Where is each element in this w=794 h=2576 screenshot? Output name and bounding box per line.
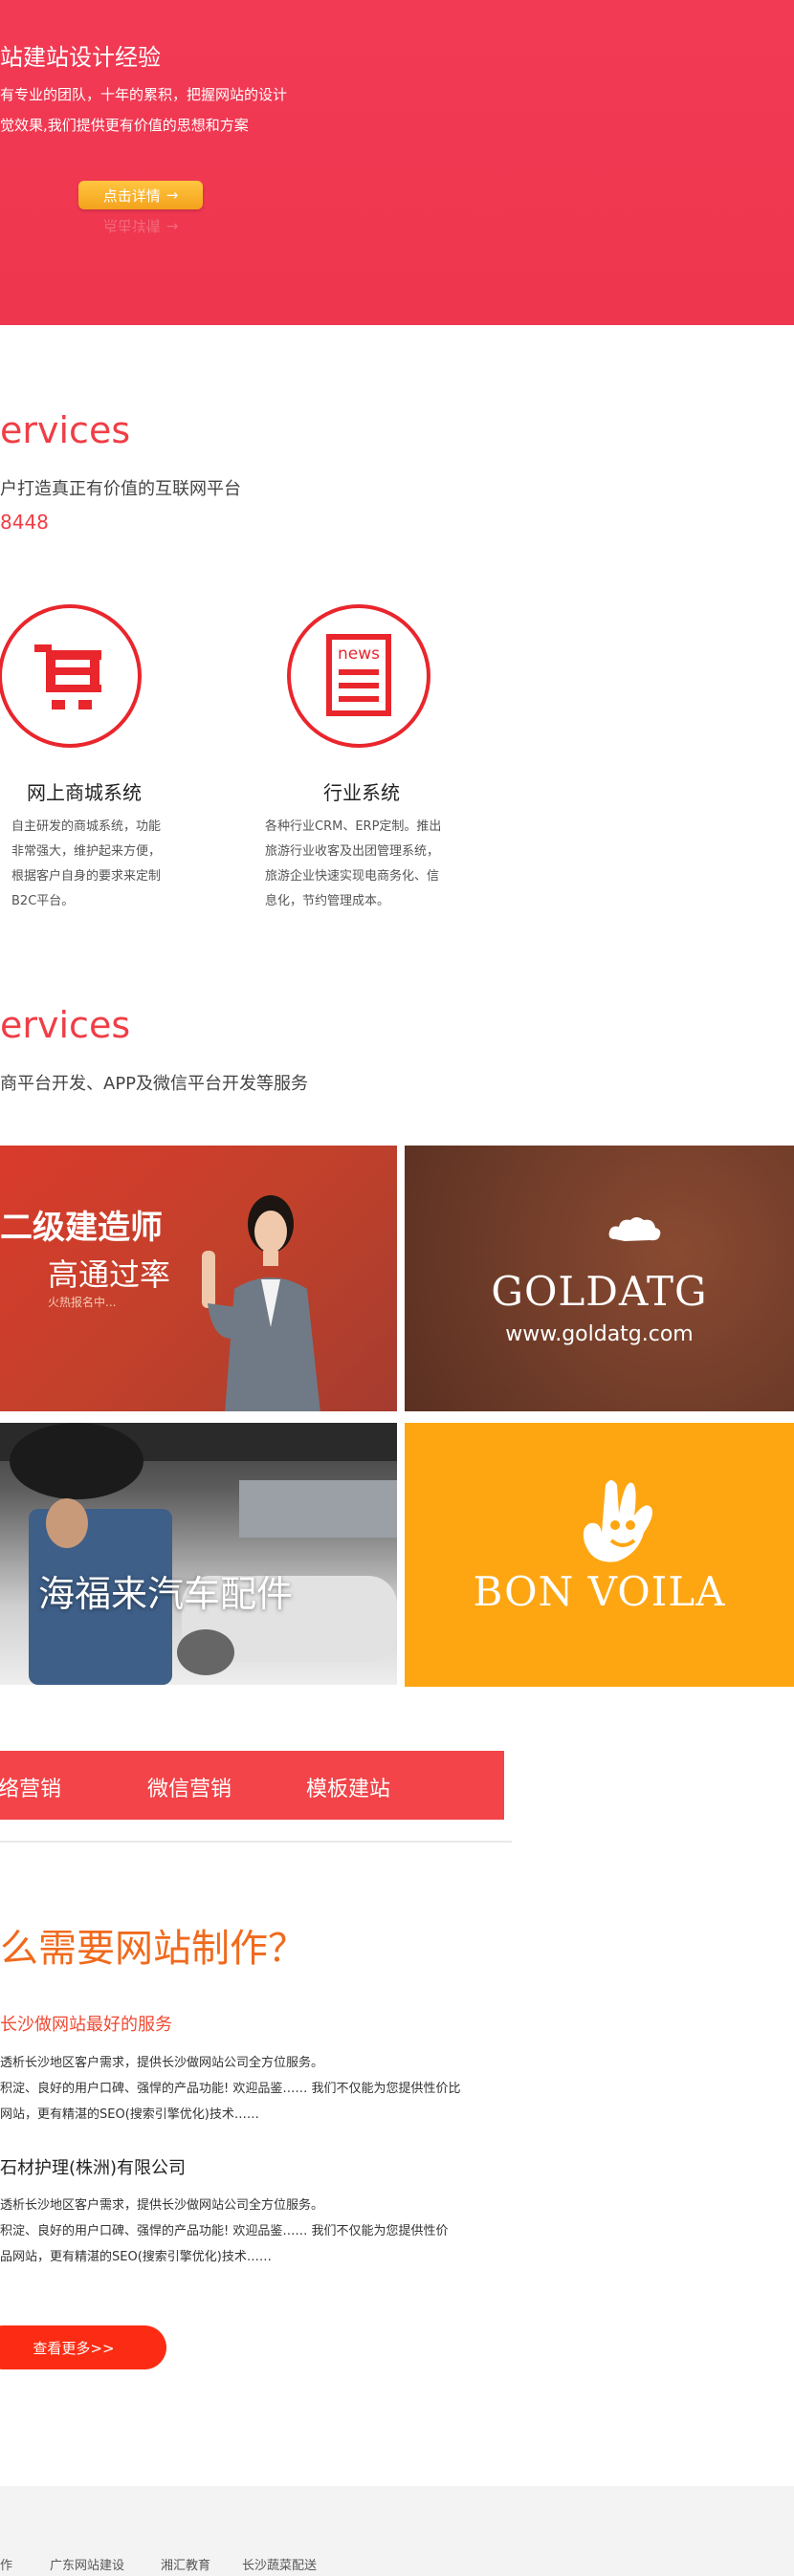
hero-desc-line2: 觉效果,我们提供更有价值的思想和方案	[0, 117, 249, 134]
cases-subtitle: 商平台开发、APP及微信平台开发等服务	[0, 1074, 309, 1094]
footer-link[interactable]: 作	[0, 2555, 12, 2573]
arrow-right-icon: →	[165, 186, 179, 204]
view-more-button[interactable]: 查看更多>>	[0, 2325, 166, 2369]
qa-body-2: 透析长沙地区客户需求，提供长沙做网站公司全方位服务。 积淀、良好的用户口碑、强悍…	[0, 2193, 536, 2270]
case-card-big-text: 二级建造师	[0, 1209, 163, 1247]
services-title: ervices	[0, 409, 131, 451]
arrow-right-icon: →	[165, 218, 179, 235]
hero-banner: ━ ━ ━ ━ ━ 站建站设计经验 有专业的团队，十年的累积，把握网站的设计 觉…	[0, 0, 794, 325]
qa-body-1: 透析长沙地区客户需求，提供长沙做网站公司全方位服务。 积淀、良好的用户口碑、强悍…	[0, 2050, 536, 2128]
feature-desc-industry: 各种行业CRM、ERP定制。推出 旅游行业收客及出团管理系统， 旅游企业快速实现…	[265, 815, 441, 914]
feature-desc-line: 息化，节约管理成本。	[265, 894, 390, 908]
feature-desc-line: 自主研发的商城系统，功能	[11, 819, 162, 834]
feature-desc-line: 旅游行业收客及出团管理系统，	[265, 844, 440, 859]
footer-link[interactable]: 湘汇教育	[161, 2555, 210, 2573]
tab-wechat-marketing[interactable]: 微信营销	[147, 1772, 232, 1802]
case-card-small-text: 火热报名中...	[48, 1296, 117, 1309]
qa-body-line: 透析长沙地区客户需求，提供长沙做网站公司全方位服务。	[0, 2198, 324, 2213]
feature-desc-line: B2C平台。	[11, 894, 75, 908]
tab-network-marketing[interactable]: 络营销	[0, 1772, 61, 1802]
case-card-constructor[interactable]: 二级建造师 高通过率 火热报名中...	[0, 1146, 397, 1411]
feature-desc-line: 根据客户自身的要求来定制	[11, 869, 162, 884]
services-subtitle: 户打造真正有价值的互联网平台	[0, 479, 241, 499]
case-card-goldatg[interactable]: GOLDATG www.goldatg.com	[405, 1146, 794, 1411]
tab-template-site[interactable]: 模板建站	[306, 1772, 390, 1802]
feature-desc-line: 非常强大，维护起来方便，	[11, 844, 162, 859]
bonvoila-logo: BON VOILA	[473, 1568, 726, 1615]
cloud-logo-icon	[608, 1217, 661, 1241]
news-icon: news	[287, 604, 430, 748]
qa-body-line: 积淀、良好的用户口碑、强悍的产品功能! 欢迎品鉴…… 我们不仅能为您提供性价比	[0, 2082, 461, 2096]
footer-link[interactable]: 长沙蔬菜配送	[242, 2555, 317, 2573]
qa-body-line: 透析长沙地区客户需求，提供长沙做网站公司全方位服务。	[0, 2056, 324, 2070]
hero-heading-cropped: ━ ━ ━ ━ ━	[0, 0, 264, 29]
goldatg-logo: GOLDATG	[491, 1268, 708, 1315]
qa-body-line: 品网站，更有精湛的SEO(搜索引擎优化)技术……	[0, 2250, 272, 2264]
news-icon-label: news	[338, 644, 380, 664]
detail-button-reflection-label: 点击详情	[102, 217, 161, 235]
case-card-title: 海福来汽车配件	[38, 1573, 294, 1615]
case-card-medium-text: 高通过率	[48, 1256, 171, 1293]
hero-subtitle: 站建站设计经验	[0, 44, 161, 71]
section-divider	[0, 1841, 512, 1843]
detail-button-label: 点击详情	[102, 186, 161, 205]
hand-logo-icon	[583, 1480, 652, 1562]
woman-portrait-image	[202, 1195, 320, 1411]
case-card-bonvoila[interactable]: BON VOILA	[405, 1423, 794, 1687]
hero-desc-line1: 有专业的团队，十年的累积，把握网站的设计	[0, 86, 288, 103]
feature-desc-line: 各种行业CRM、ERP定制。推出	[265, 819, 442, 834]
service-tab-bar: 络营销 微信营销 模板建站	[0, 1751, 504, 1820]
feature-title-mall: 网上商城系统	[27, 781, 142, 804]
feature-desc-line: 旅游企业快速实现电商务化、信	[265, 869, 440, 884]
detail-button[interactable]: 点击详情 →	[78, 181, 203, 209]
shopping-cart-icon	[0, 604, 142, 748]
qa-heading-2[interactable]: 石材护理(株洲)有限公司	[0, 2154, 186, 2179]
goldatg-url: www.goldatg.com	[505, 1322, 694, 1346]
feature-desc-mall: 自主研发的商城系统，功能 非常强大，维护起来方便， 根据客户自身的要求来定制 B…	[11, 815, 161, 914]
qa-body-line: 网站，更有精湛的SEO(搜索引擎优化)技术……	[0, 2107, 259, 2122]
feature-title-industry: 行业系统	[323, 781, 400, 804]
qa-heading-1[interactable]: 长沙做网站最好的服务	[0, 2011, 172, 2036]
mechanic-photo	[0, 1423, 397, 1685]
why-website-title: 么需要网站制作？	[0, 1927, 306, 1971]
detail-button-reflection: 点击详情 →	[78, 212, 203, 241]
qa-body-line: 积淀、良好的用户口碑、强悍的产品功能! 欢迎品鉴…… 我们不仅能为您提供性价	[0, 2224, 449, 2238]
case-card-auto-parts[interactable]: 海福来汽车配件	[0, 1423, 397, 1685]
footer-link[interactable]: 广东网站建设	[50, 2555, 124, 2573]
cases-title: ervices	[0, 1004, 131, 1046]
footer: 作 广东网站建设 湘汇教育 长沙蔬菜配送	[0, 2486, 794, 2576]
phone-number: 8448	[0, 511, 49, 534]
